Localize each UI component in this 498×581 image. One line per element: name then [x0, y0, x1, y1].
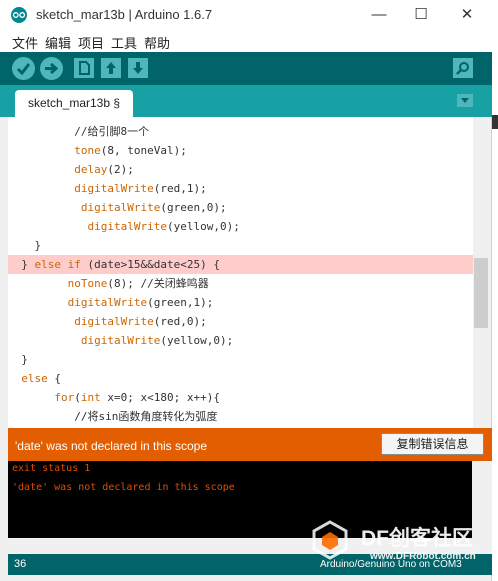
- tab-menu-icon[interactable]: [457, 94, 473, 107]
- code-line[interactable]: noTone(8); //关闭蜂鸣器: [8, 274, 473, 293]
- code-line[interactable]: for(int x=0; x<180; x++){: [8, 388, 473, 407]
- open-icon[interactable]: [101, 58, 121, 78]
- window-title: sketch_mar13b | Arduino 1.6.7: [36, 7, 213, 22]
- code-line[interactable]: digitalWrite(yellow,0);: [8, 331, 473, 350]
- code-line[interactable]: digitalWrite(red,0);: [8, 312, 473, 331]
- arduino-window: sketch_mar13b | Arduino 1.6.7 — ☐ ✕ 文件 编…: [0, 0, 492, 581]
- verify-icon[interactable]: [12, 57, 35, 80]
- code-line[interactable]: //给引脚8一个: [8, 122, 473, 141]
- menu-tools[interactable]: 工具: [111, 33, 137, 52]
- error-message: 'date' was not declared in this scope: [15, 439, 208, 453]
- code-line[interactable]: digitalWrite(yellow,0);: [8, 217, 473, 236]
- background-window-edge: [492, 115, 498, 129]
- save-icon[interactable]: [128, 58, 148, 78]
- error-message-bar: 'date' was not declared in this scope 复制…: [8, 428, 492, 461]
- code-line[interactable]: else {: [8, 369, 473, 388]
- toolbar: [0, 52, 492, 85]
- console-line: exit status 1: [12, 463, 91, 474]
- close-button[interactable]: ✕: [447, 4, 487, 26]
- code-line[interactable]: digitalWrite(red,1);: [8, 179, 473, 198]
- console-line: 'date' was not declared in this scope: [12, 482, 235, 493]
- upload-icon[interactable]: [40, 57, 63, 80]
- menu-help[interactable]: 帮助: [144, 33, 170, 52]
- maximize-button[interactable]: ☐: [401, 4, 441, 26]
- arduino-logo-icon: [11, 7, 27, 23]
- line-number: 36: [14, 558, 27, 570]
- menu-bar: 文件 编辑 项目 工具 帮助: [0, 30, 492, 52]
- code-line[interactable]: } else if (date>15&&date<25) {: [8, 255, 473, 274]
- menu-edit[interactable]: 编辑: [45, 33, 71, 52]
- watermark-logo-icon: [308, 518, 352, 562]
- tab-bar: sketch_mar13b §: [0, 85, 492, 117]
- copy-error-button[interactable]: 复制错误信息: [381, 433, 484, 455]
- new-icon[interactable]: [74, 58, 94, 78]
- watermark-name: DF创客社区: [361, 527, 473, 550]
- code-line[interactable]: tone(8, toneVal);: [8, 141, 473, 160]
- code-line[interactable]: }: [8, 236, 473, 255]
- minimize-button[interactable]: —: [359, 4, 399, 26]
- console-scrollbar[interactable]: [472, 461, 492, 538]
- watermark-url: www.DFRobot.com.cn: [370, 551, 476, 562]
- tab-sketch[interactable]: sketch_mar13b §: [15, 90, 133, 117]
- code-line[interactable]: }: [8, 350, 473, 369]
- code-line[interactable]: delay(2);: [8, 160, 473, 179]
- editor-scrollbar-thumb[interactable]: [474, 258, 488, 328]
- serial-monitor-icon[interactable]: [453, 58, 473, 78]
- code-editor[interactable]: //给引脚8一个 tone(8, toneVal); delay(2); dig…: [8, 117, 473, 428]
- code-line[interactable]: digitalWrite(green,0);: [8, 198, 473, 217]
- code-line[interactable]: //将sin函数角度转化为弧度: [8, 407, 473, 426]
- title-bar: sketch_mar13b | Arduino 1.6.7 — ☐ ✕: [0, 0, 492, 30]
- code-line[interactable]: digitalWrite(green,1);: [8, 293, 473, 312]
- menu-sketch[interactable]: 项目: [78, 33, 104, 52]
- menu-file[interactable]: 文件: [12, 33, 38, 52]
